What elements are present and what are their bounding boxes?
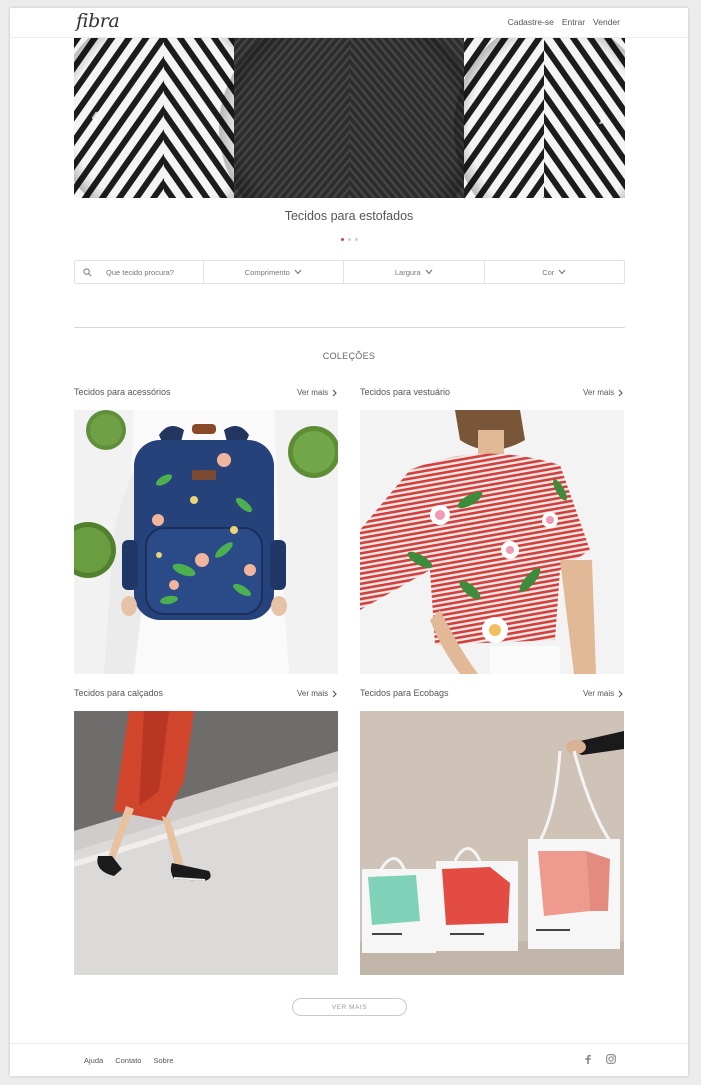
chevron-right-icon xyxy=(332,690,337,697)
filter-length-dropdown[interactable]: Comprimento xyxy=(204,261,345,283)
see-more-label: Ver mais xyxy=(583,689,615,698)
search-input[interactable] xyxy=(106,267,186,277)
filter-color-label: Cor xyxy=(542,267,555,277)
hero-carousel[interactable]: ❮ ❯ xyxy=(74,38,625,198)
nav-login-link[interactable]: Entrar xyxy=(562,17,585,27)
carousel-dot-2[interactable] xyxy=(348,238,351,241)
backpack-image xyxy=(74,410,338,674)
section-divider xyxy=(74,327,625,328)
see-more-footwear-link[interactable]: Ver mais xyxy=(297,689,337,698)
footer-help-link[interactable]: Ajuda xyxy=(84,1056,103,1065)
nav-signup-link[interactable]: Cadastre-se xyxy=(508,17,554,27)
see-more-label: Ver mais xyxy=(297,388,329,397)
instagram-icon[interactable] xyxy=(606,1054,616,1064)
search-icon xyxy=(83,267,92,277)
chevron-right-icon[interactable]: ❯ xyxy=(597,110,607,124)
page: fibra Cadastre-se Entrar Vender ❮ ❯ Teci… xyxy=(10,8,688,1076)
chevron-right-icon xyxy=(618,389,623,396)
filter-width-label: Largura xyxy=(394,267,421,277)
logo[interactable]: fibra xyxy=(76,10,120,32)
collection-title-ecobags: Tecidos para Ecobags xyxy=(360,688,449,698)
search-field[interactable] xyxy=(75,261,204,283)
see-more-ecobags-link[interactable]: Ver mais xyxy=(583,689,623,698)
social-links xyxy=(584,1054,616,1064)
see-more-label: Ver mais xyxy=(583,388,615,397)
filter-width-dropdown[interactable]: Largura xyxy=(344,261,485,283)
filter-length-label: Comprimento xyxy=(244,267,290,277)
carousel-dots xyxy=(341,238,358,241)
chevron-down-icon xyxy=(425,269,433,275)
see-more-clothing-link[interactable]: Ver mais xyxy=(583,388,623,397)
collection-card-clothing[interactable] xyxy=(360,410,624,674)
footer-contact-link[interactable]: Contato xyxy=(115,1056,141,1065)
collection-card-accessories[interactable] xyxy=(74,410,338,674)
top-bar: fibra Cadastre-se Entrar Vender xyxy=(10,8,688,38)
carousel-dot-3[interactable] xyxy=(355,238,358,241)
hero-title: Tecidos para estofados xyxy=(284,209,414,223)
chevron-right-icon xyxy=(332,389,337,396)
chevron-down-icon xyxy=(294,269,302,275)
hero-image xyxy=(74,38,625,198)
footer-about-link[interactable]: Sobre xyxy=(153,1056,173,1065)
ecobags-image xyxy=(360,711,624,975)
chevron-left-icon[interactable]: ❮ xyxy=(90,110,100,124)
collection-card-ecobags[interactable] xyxy=(360,711,624,975)
see-more-label: Ver mais xyxy=(297,689,329,698)
nav-sell-link[interactable]: Vender xyxy=(593,17,620,27)
top-nav: Cadastre-se Entrar Vender xyxy=(508,17,620,27)
carousel-dot-1[interactable] xyxy=(341,238,344,241)
footer: Ajuda Contato Sobre xyxy=(10,1043,688,1076)
collection-title-footwear: Tecidos para calçados xyxy=(74,688,164,698)
chevron-right-icon xyxy=(618,690,623,697)
footer-links: Ajuda Contato Sobre xyxy=(84,1056,173,1065)
search-bar: Comprimento Largura Cor xyxy=(74,260,625,284)
shoes-image xyxy=(74,711,338,975)
floral-blouse-image xyxy=(360,410,624,674)
collection-title-accessories: Tecidos para acessórios xyxy=(74,387,171,397)
collection-title-clothing: Tecidos para vestuário xyxy=(360,387,451,397)
chevron-down-icon xyxy=(558,269,566,275)
load-more-button[interactable]: VER MAIS xyxy=(292,998,407,1016)
see-more-accessories-link[interactable]: Ver mais xyxy=(297,388,337,397)
filter-color-dropdown[interactable]: Cor xyxy=(485,261,624,283)
facebook-icon[interactable] xyxy=(584,1054,592,1064)
collections-title: COLEÇÕES xyxy=(322,351,376,361)
collection-card-footwear[interactable] xyxy=(74,711,338,975)
